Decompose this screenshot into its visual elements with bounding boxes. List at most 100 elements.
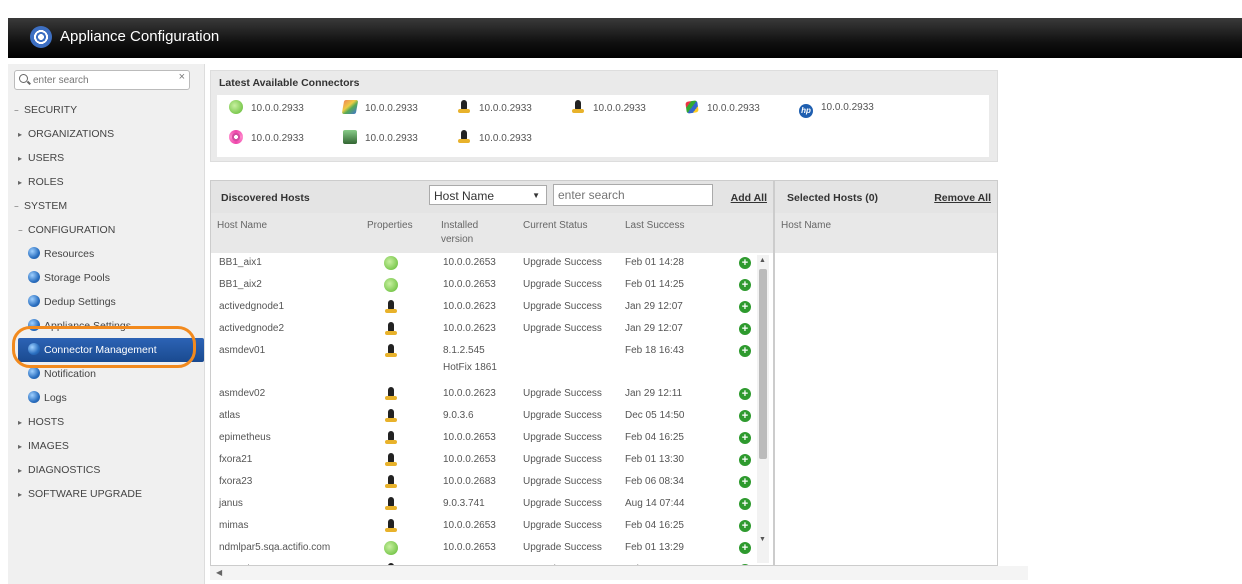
add-host-icon[interactable]: + (739, 432, 751, 444)
add-all-link[interactable]: Add All (731, 192, 767, 204)
connector-item: 10.0.0.2933 (343, 130, 418, 146)
col-current-status[interactable]: Current Status (523, 219, 587, 233)
sidebar-search-input[interactable] (31, 72, 165, 88)
connector-version: 10.0.0.2933 (707, 103, 760, 114)
sidebar-item-label: SYSTEM (24, 200, 68, 212)
connector-version: 10.0.0.2933 (365, 103, 418, 114)
add-host-icon[interactable]: + (739, 257, 751, 269)
host-search-input[interactable] (553, 184, 713, 206)
sidebar-search[interactable]: × (14, 70, 190, 90)
globe-icon (28, 319, 40, 331)
sidebar-item-organizations[interactable]: ▸ ORGANIZATIONS (8, 122, 204, 146)
add-host-icon[interactable]: + (739, 476, 751, 488)
table-row[interactable]: orarachw1 10.0.0.2683 Upgrade Success Feb 0… (211, 560, 773, 565)
selected-hosts-panel: Selected Hosts (0) Remove All Host Name (774, 180, 998, 566)
sidebar-item-roles[interactable]: ▸ ROLES (8, 170, 204, 194)
remove-all-link[interactable]: Remove All (934, 192, 991, 204)
sidebar-item-configuration[interactable]: − CONFIGURATION (8, 218, 204, 242)
table-row[interactable]: fxora21 10.0.0.2653 Upgrade Success Feb 01 … (211, 450, 773, 471)
sidebar-item-resources[interactable]: Resources (8, 242, 204, 266)
col-host-name[interactable]: Host Name (217, 219, 267, 233)
table-row[interactable]: asmdev01 8.1.2.545 HotFix 1861 Feb 18 16:43… (211, 341, 773, 383)
table-row[interactable]: ndmlpar5.sqa.actifio.com 10.0.0.2653 Upgra… (211, 538, 773, 559)
app-title: Appliance Configuration (60, 28, 220, 45)
add-host-icon[interactable]: + (739, 301, 751, 313)
clear-icon[interactable]: × (179, 71, 185, 83)
host-name-cell: asmdev02 (219, 388, 266, 399)
add-host-icon[interactable]: + (739, 454, 751, 466)
sidebar-item-software-upgrade[interactable]: ▸ SOFTWARE UPGRADE (8, 482, 204, 506)
host-name-cell: ndmlpar5.sqa.actifio.com (219, 542, 331, 553)
sidebar-item-diagnostics[interactable]: ▸ DIAGNOSTICS (8, 458, 204, 482)
sidebar-item-label: HOSTS (28, 416, 65, 428)
add-host-icon[interactable]: + (739, 279, 751, 291)
add-host-icon[interactable]: + (739, 498, 751, 510)
table-row[interactable]: mimas 10.0.0.2653 Upgrade Success Feb 04 16… (211, 516, 773, 537)
scroll-down-icon[interactable]: ▼ (759, 536, 766, 543)
linux-penguin-icon (571, 100, 585, 114)
connector-version: 10.0.0.2933 (479, 103, 532, 114)
host-filter-select[interactable]: Host Name ▼ (429, 185, 547, 205)
current-status-cell: Upgrade Success (523, 542, 602, 553)
scroll-left-icon[interactable]: ◀ (216, 568, 222, 577)
host-name-cell: activedgnode2 (219, 323, 285, 334)
table-row[interactable]: atlas 9.0.3.6 Upgrade Success Dec 05 14:50 + (211, 406, 773, 427)
scrollbar-thumb[interactable] (759, 269, 767, 459)
sidebar-nav: − SECURITY ▸ ORGANIZATIONS ▸ USERS ▸ ROLES − SYST… (8, 98, 204, 506)
current-status-cell: Upgrade Success (523, 410, 602, 421)
horizontal-scrollbar[interactable]: ◀ (210, 566, 1028, 580)
globe-icon (28, 247, 40, 259)
connector-item: 10.0.0.2933 (229, 130, 304, 146)
sidebar-item-hosts[interactable]: ▸ HOSTS (8, 410, 204, 434)
table-row[interactable]: BB1_aix1 10.0.0.2653 Upgrade Success Feb 01… (211, 253, 773, 274)
sidebar-item-users[interactable]: ▸ USERS (8, 146, 204, 170)
table-row[interactable]: BB1_aix2 10.0.0.2653 Upgrade Success Feb 01… (211, 275, 773, 296)
sidebar-item-logs[interactable]: Logs (8, 386, 204, 410)
col-selected-host-name[interactable]: Host Name (781, 219, 831, 233)
last-success-cell: Aug 14 07:44 (625, 498, 685, 509)
hosts-scrollbar[interactable]: ▲ ▼ (757, 255, 769, 563)
sidebar-item-storage-pools[interactable]: Storage Pools (8, 266, 204, 290)
last-success-cell: Feb 18 16:43 (625, 345, 684, 356)
expand-arrow-icon: ▸ (18, 130, 23, 139)
col-last-success[interactable]: Last Success (625, 219, 684, 233)
expand-arrow-icon: ▸ (18, 466, 23, 475)
col-installed-version[interactable]: Installed version (441, 219, 501, 247)
add-host-icon[interactable]: + (739, 542, 751, 554)
table-row[interactable]: activedgnode2 10.0.0.2623 Upgrade Success J… (211, 319, 773, 340)
table-row[interactable]: janus 9.0.3.741 Upgrade Success Aug 14 07:4… (211, 494, 773, 515)
add-host-icon[interactable]: + (739, 345, 751, 357)
solaris-icon (229, 130, 243, 144)
add-host-icon[interactable]: + (739, 564, 751, 565)
sidebar-item-appliance-settings[interactable]: Appliance Settings (8, 314, 204, 338)
aix-icon (341, 100, 359, 114)
installed-version-cell: 10.0.0.2623 (443, 388, 496, 399)
host-name-cell: BB1_aix1 (219, 257, 262, 268)
last-success-cell: Jan 29 12:11 (625, 388, 683, 399)
sidebar-item-security[interactable]: − SECURITY (8, 98, 204, 122)
sidebar-item-label: Resources (44, 248, 95, 260)
add-host-icon[interactable]: + (739, 410, 751, 422)
linux-penguin-icon (384, 300, 398, 314)
sidebar-item-images[interactable]: ▸ IMAGES (8, 434, 204, 458)
sidebar-item-connector-management[interactable]: Connector Management (18, 338, 204, 362)
table-row[interactable]: asmdev02 10.0.0.2623 Upgrade Success Jan 29… (211, 384, 773, 405)
table-row[interactable]: epimetheus 10.0.0.2653 Upgrade Success Feb … (211, 428, 773, 449)
sidebar-item-notification[interactable]: Notification (8, 362, 204, 386)
add-host-icon[interactable]: + (739, 388, 751, 400)
connector-item: 10.0.0.2933 (341, 100, 418, 116)
linux-penguin-icon (384, 475, 398, 489)
title-bar: Appliance Configuration (8, 18, 1242, 58)
sidebar-item-dedup-settings[interactable]: Dedup Settings (8, 290, 204, 314)
host-name-cell: fxora23 (219, 476, 253, 487)
last-success-cell: Feb 04 16:25 (625, 432, 684, 443)
table-row[interactable]: fxora23 10.0.0.2683 Upgrade Success Feb 06 … (211, 472, 773, 493)
sidebar-item-label: USERS (28, 152, 65, 164)
add-host-icon[interactable]: + (739, 323, 751, 335)
scroll-up-icon[interactable]: ▲ (759, 257, 766, 264)
linux-penguin-icon (384, 322, 398, 336)
sidebar-item-system[interactable]: − SYSTEM (8, 194, 204, 218)
add-host-icon[interactable]: + (739, 520, 751, 532)
col-properties[interactable]: Properties (367, 219, 413, 233)
table-row[interactable]: activedgnode1 10.0.0.2623 Upgrade Success J… (211, 297, 773, 318)
